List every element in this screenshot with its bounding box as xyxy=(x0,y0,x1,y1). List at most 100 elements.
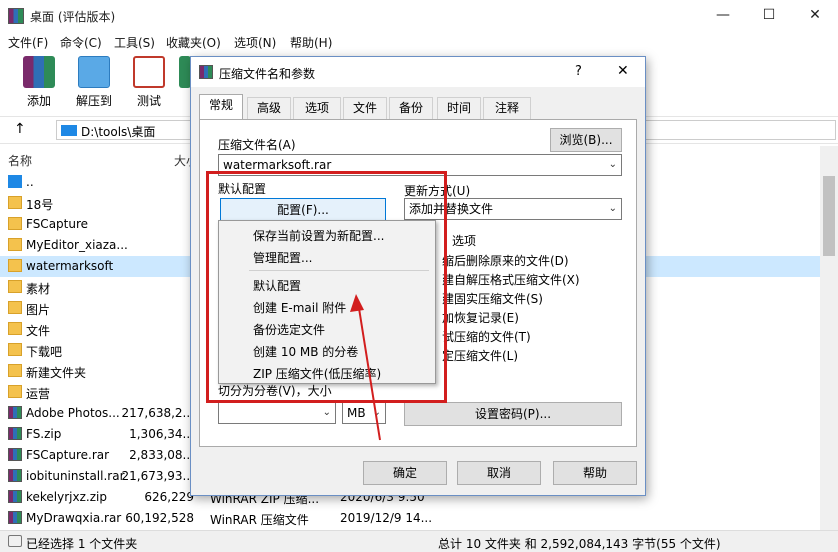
folder-icon xyxy=(8,238,22,251)
menu-help[interactable]: 帮助(H) xyxy=(290,34,332,51)
option-solid[interactable]: 建固实压缩文件(S) xyxy=(442,290,543,307)
address-path: D:\tools\桌面 xyxy=(81,125,156,139)
archive-icon xyxy=(8,448,22,461)
option-delete[interactable]: 缩后删除原来的文件(D) xyxy=(442,252,569,269)
archive-name-value: watermarksoft.rar xyxy=(223,158,332,172)
file-name: Adobe Photos... xyxy=(26,406,120,420)
file-row[interactable]: MyDrawqxia.rar 60,192,528 WinRAR 压缩文件 2019/… xyxy=(0,508,838,529)
file-name: iobituninstall.rar xyxy=(26,469,125,483)
drive-icon xyxy=(8,535,22,547)
menu-bar: 文件(F) 命令(C) 工具(S) 收藏夹(O) 选项(N) 帮助(H) xyxy=(0,32,838,52)
archive-icon xyxy=(8,427,22,440)
folder-icon xyxy=(8,385,22,398)
file-size: 626,229 xyxy=(144,490,194,504)
menu-tools[interactable]: 工具(S) xyxy=(114,34,155,51)
folder-icon xyxy=(8,343,22,356)
file-name: 下载吧 xyxy=(26,345,63,359)
file-name: watermarksoft xyxy=(26,259,114,273)
help-button[interactable]: 帮助 xyxy=(553,461,637,485)
close-window-button[interactable]: ✕ xyxy=(792,0,838,32)
extract-to-button[interactable]: 解压到 xyxy=(72,56,116,109)
options-label: 选项 xyxy=(452,234,477,248)
add-archive-icon xyxy=(23,56,55,88)
folder-icon xyxy=(8,301,22,314)
folder-icon xyxy=(8,217,22,230)
tab-backup[interactable]: 备份 xyxy=(389,97,433,119)
folder-icon xyxy=(8,322,22,335)
file-name: 18号 xyxy=(26,198,54,212)
option-test[interactable]: 试压缩的文件(T) xyxy=(442,328,531,345)
menu-command[interactable]: 命令(C) xyxy=(60,34,102,51)
tab-files[interactable]: 文件 xyxy=(343,97,387,119)
tab-options[interactable]: 选项 xyxy=(293,97,341,119)
file-name: FS.zip xyxy=(26,427,62,441)
file-size: 21,673,93... xyxy=(121,469,194,483)
highlight-box xyxy=(206,171,447,403)
file-name: 素材 xyxy=(26,282,51,296)
tab-time[interactable]: 时间 xyxy=(437,97,481,119)
file-size: 1,306,34... xyxy=(129,427,194,441)
test-button[interactable]: 测试 xyxy=(127,56,171,109)
file-type: WinRAR 压缩文件 xyxy=(210,513,309,527)
test-label: 测试 xyxy=(136,94,161,108)
menu-options[interactable]: 选项(N) xyxy=(234,34,276,51)
archive-icon xyxy=(8,511,22,524)
chevron-down-icon: ⌄ xyxy=(322,407,331,418)
dialog-titlebar: 压缩文件名和参数 ? ✕ xyxy=(191,57,645,87)
browse-button[interactable]: 浏览(B)... xyxy=(550,128,622,152)
file-name: 图片 xyxy=(26,303,51,317)
add-button[interactable]: 添加 xyxy=(17,56,61,109)
tab-advanced[interactable]: 高级 xyxy=(247,97,291,119)
parent-folder-icon xyxy=(8,175,22,188)
option-recovery[interactable]: 加恢复记录(E) xyxy=(442,309,519,326)
cancel-button[interactable]: 取消 xyxy=(457,461,541,485)
file-name: FSCapture.rar xyxy=(26,448,110,462)
tab-general[interactable]: 常规 xyxy=(199,94,243,120)
window-titlebar: 桌面 (评估版本) — ☐ ✕ xyxy=(0,0,838,32)
status-bar: 已经选择 1 个文件夹 总计 10 文件夹 和 2,592,084,143 字节… xyxy=(0,530,838,552)
chevron-down-icon: ⌄ xyxy=(608,159,617,170)
dialog-title: 压缩文件名和参数 xyxy=(219,67,316,81)
option-sfx[interactable]: 建自解压格式压缩文件(X) xyxy=(442,271,580,288)
dialog-close-button[interactable]: ✕ xyxy=(617,63,629,79)
menu-file[interactable]: 文件(F) xyxy=(8,34,48,51)
archive-name-label: 压缩文件名(A) xyxy=(218,138,296,152)
column-name-header[interactable]: 名称 xyxy=(8,152,32,169)
status-selected: 已经选择 1 个文件夹 xyxy=(26,537,138,551)
file-name: .. xyxy=(26,175,34,189)
test-clipboard-icon xyxy=(133,56,165,88)
file-name: FSCapture xyxy=(26,217,89,231)
add-label: 添加 xyxy=(26,94,51,108)
dialog-help-button[interactable]: ? xyxy=(575,64,582,79)
status-total: 总计 10 文件夹 和 2,592,084,143 字节(55 个文件) xyxy=(438,537,721,551)
folder-icon xyxy=(8,280,22,293)
file-name: MyEditor_xiaza... xyxy=(26,238,128,252)
maximize-button[interactable]: ☐ xyxy=(746,0,792,32)
minimize-button[interactable]: — xyxy=(700,0,746,32)
option-lock[interactable]: 定压缩文件(L) xyxy=(442,347,518,364)
chevron-down-icon: ⌄ xyxy=(608,203,617,214)
archive-icon xyxy=(8,406,22,419)
folder-icon xyxy=(8,196,22,209)
file-size: 2,833,08... xyxy=(129,448,194,462)
archive-icon xyxy=(8,490,22,503)
extract-label: 解压到 xyxy=(75,94,112,108)
file-date: 2019/12/9 14... xyxy=(340,511,433,525)
up-arrow-icon[interactable]: ↑ xyxy=(14,121,26,137)
desktop-icon xyxy=(61,125,77,136)
file-name: 运营 xyxy=(26,387,51,401)
file-size: 217,638,2... xyxy=(121,406,194,420)
winrar-logo-icon xyxy=(8,8,24,24)
scroll-thumb[interactable] xyxy=(823,176,835,256)
ok-button[interactable]: 确定 xyxy=(363,461,447,485)
menu-favorites[interactable]: 收藏夹(O) xyxy=(166,34,221,51)
folder-icon xyxy=(8,364,22,377)
split-size-select[interactable]: ⌄ xyxy=(218,402,336,424)
winrar-dialog-icon xyxy=(199,65,213,79)
scrollbar[interactable] xyxy=(820,146,838,530)
file-name: MyDrawqxia.rar xyxy=(26,511,122,525)
file-name: kekelyrjxz.zip xyxy=(26,490,107,504)
set-password-button[interactable]: 设置密码(P)... xyxy=(404,402,622,426)
tab-comment[interactable]: 注释 xyxy=(483,97,531,119)
file-name: 新建文件夹 xyxy=(26,366,87,380)
